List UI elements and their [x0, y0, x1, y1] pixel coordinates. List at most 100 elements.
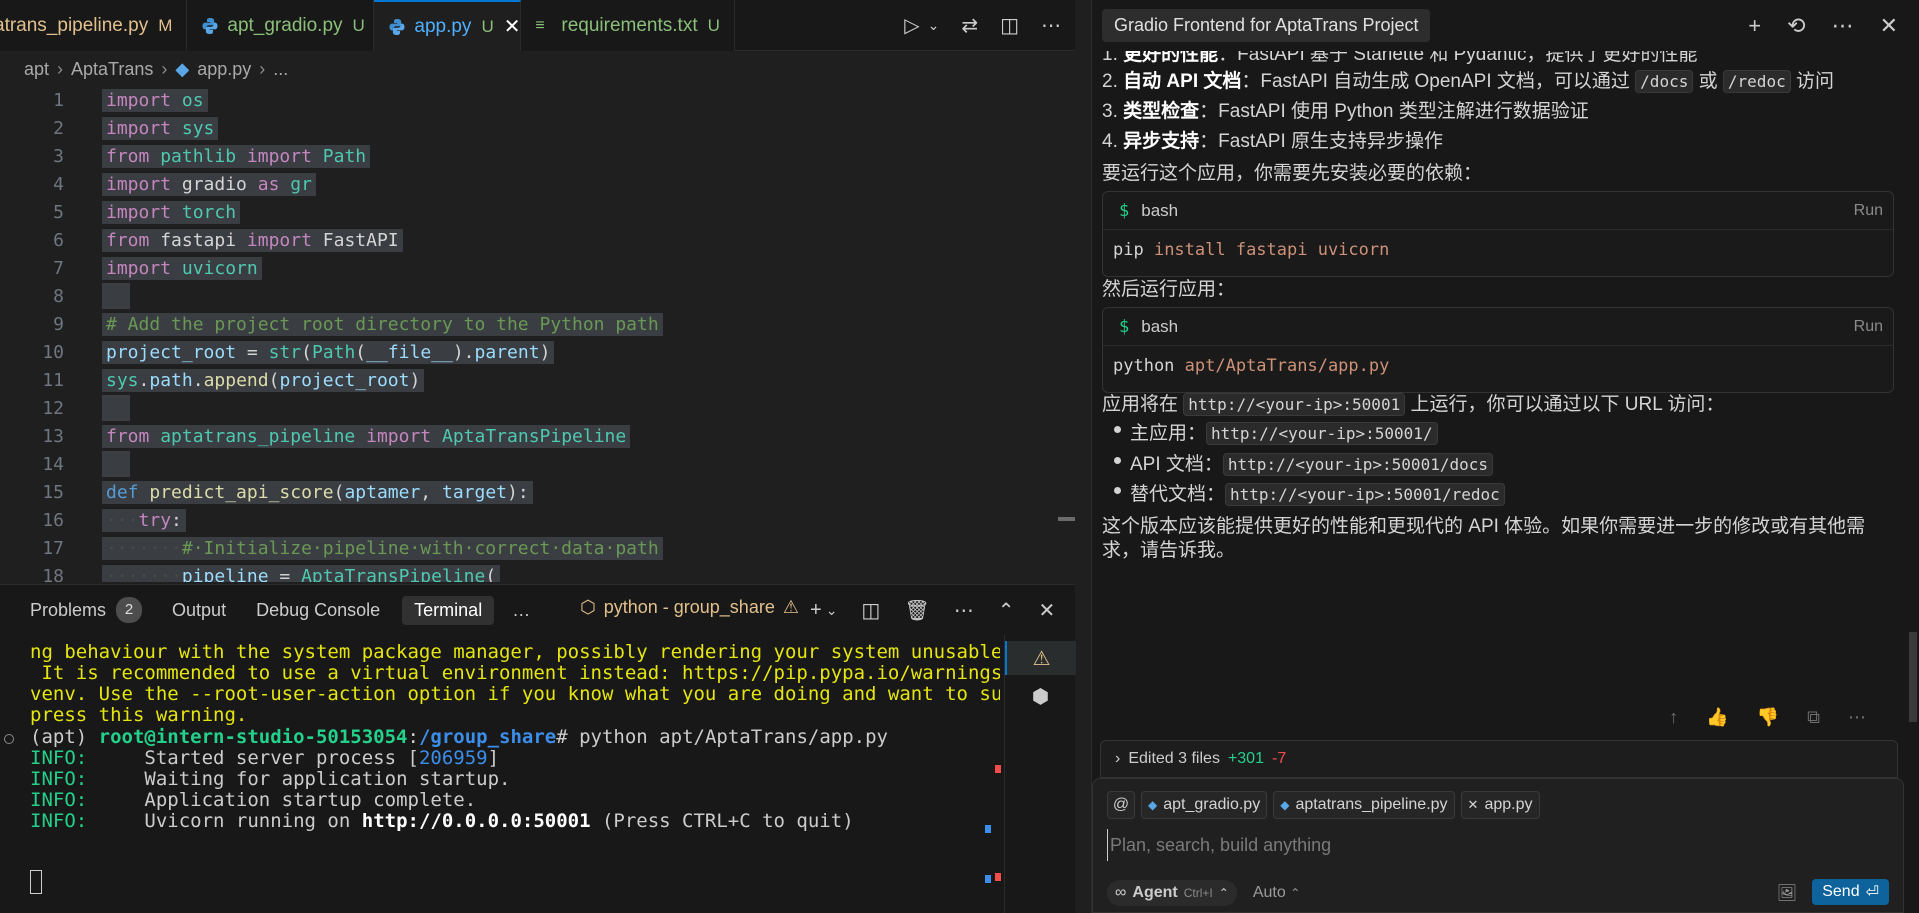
code-text: ···try:	[102, 508, 186, 532]
image-attach-icon[interactable]: 🖼	[1777, 883, 1797, 903]
close-icon[interactable]: ✕	[504, 14, 521, 39]
code-text	[102, 451, 130, 477]
thumbs-up-icon[interactable]: 👍	[1706, 707, 1728, 728]
tab-output[interactable]: Output	[172, 600, 226, 621]
bullet-icon	[1114, 426, 1121, 433]
terminal-line: INFO: Application startup complete.	[30, 789, 477, 811]
chevron-down-icon[interactable]: ⌄	[826, 602, 838, 619]
trash-icon[interactable]: 🗑	[904, 598, 929, 623]
terminal-line: ng behaviour with the system package man…	[30, 641, 1000, 663]
tab-aptatrans-pipeline[interactable]: atrans_pipeline.py M	[0, 0, 188, 51]
command-decoration-icon[interactable]	[4, 734, 14, 744]
list-item: API 文档： http://<your-ip>:50001/docs	[1130, 449, 1493, 476]
more-actions-icon[interactable]: ⋯	[954, 598, 974, 623]
list-item: 2. 自动 API 文档：FastAPI 自动生成 OpenAPI 文档，可以通…	[1102, 70, 1834, 93]
copy-icon[interactable]: ⧉	[1807, 707, 1820, 728]
more-tabs-icon[interactable]: …	[512, 600, 530, 621]
chat-paragraph: 这个版本应该能提供更好的性能和更现代的 API 体验。如果你需要进一步的修改或有…	[1102, 516, 1866, 537]
chevron-right-icon: ›	[259, 58, 266, 79]
breadcrumb-item[interactable]: ...	[273, 59, 288, 80]
chat-paragraph: 应用将在 http://<your-ip>:50001 上运行，你可以通过以下 …	[1102, 393, 1725, 416]
tab-label: app.py	[414, 15, 472, 37]
split-editor-icon[interactable]: ◫	[1000, 13, 1019, 38]
editor-scrollbar[interactable]	[1058, 517, 1075, 521]
code-block: $ bash Run pip install fastapi uvicorn	[1102, 191, 1894, 277]
code-text	[102, 395, 130, 421]
run-button[interactable]: Run	[1854, 202, 1883, 220]
code-text: import uvicorn	[102, 256, 262, 280]
edited-files-summary[interactable]: › Edited 3 files +301 -7	[1100, 740, 1898, 778]
bullet-icon	[1114, 487, 1121, 494]
chat-paragraph: 求，请告诉我。	[1102, 540, 1236, 561]
send-button[interactable]: Send ⏎	[1812, 879, 1889, 905]
context-chip[interactable]: ◆ apt_gradio.py	[1141, 791, 1268, 819]
python-file-icon: ◆	[1148, 798, 1158, 812]
code-text: sys.path.append(project_root)	[102, 368, 425, 392]
breadcrumb-item[interactable]: apt	[24, 59, 49, 80]
source-control-compare-icon[interactable]: ⇄	[961, 13, 978, 38]
chat-title[interactable]: Gradio Frontend for AptaTrans Project	[1102, 9, 1431, 42]
add-terminal-icon[interactable]: +	[810, 599, 822, 622]
code-line: 11 sys.path.append(project_root)	[0, 366, 1060, 394]
code-text: from aptatrans_pipeline import AptaTrans…	[102, 424, 631, 448]
tab-requirements[interactable]: ≡ requirements.txt U	[521, 0, 735, 51]
more-actions-icon[interactable]: ⋯	[1041, 13, 1061, 38]
new-chat-icon[interactable]: +	[1748, 13, 1761, 39]
maximize-panel-icon[interactable]: ⌃	[998, 598, 1015, 623]
thumbs-down-icon[interactable]: 👎	[1757, 707, 1779, 728]
terminal-line: INFO: Waiting for application startup.	[30, 768, 511, 790]
terminal-cursor	[30, 870, 42, 894]
tab-status: U	[481, 16, 494, 36]
breadcrumb-item[interactable]: AptaTrans	[71, 59, 153, 80]
tab-app-py[interactable]: app.py U ✕	[374, 0, 522, 51]
tab-debug-console[interactable]: Debug Console	[256, 600, 380, 621]
editor-tab-bar: atrans_pipeline.py M apt_gradio.py U app…	[0, 0, 1075, 51]
panel-actions: + ⌄ ◫ 🗑 ⋯ ⌃ ✕	[810, 585, 1055, 635]
chevron-down-icon[interactable]: ⌄	[928, 17, 940, 34]
tab-problems[interactable]: Problems 2	[30, 597, 143, 623]
chat-scrollbar[interactable]	[1909, 632, 1917, 722]
chat-input[interactable]	[1107, 829, 1887, 861]
tab-status: M	[158, 15, 173, 35]
scroll-marker	[985, 825, 991, 833]
list-item: 替代文档： http://<your-ip>:50001/redoc	[1130, 479, 1505, 506]
breadcrumb-item[interactable]: app.py	[197, 59, 251, 80]
context-chip[interactable]: ◆ aptatrans_pipeline.py	[1273, 791, 1455, 819]
terminal-output[interactable]: ng behaviour with the system package man…	[0, 635, 1000, 913]
terminal-selector[interactable]: ⬡ python - group_share ⚠	[580, 597, 799, 618]
code-editor[interactable]: 1 import os 2 import sys 3 from pathlib imp…	[0, 86, 1060, 582]
history-icon[interactable]: ⟲	[1787, 13, 1805, 39]
cube-icon[interactable]: ⬢	[1005, 679, 1076, 713]
warning-icon[interactable]: ⚠	[1005, 641, 1076, 675]
code-text: import os	[102, 88, 208, 112]
code-line: 13 from aptatrans_pipeline import AptaTra…	[0, 422, 1060, 450]
tab-apt-gradio[interactable]: apt_gradio.py U	[187, 0, 375, 51]
code-line: 15 def predict_api_score(aptamer, target)…	[0, 478, 1060, 506]
composer-toolbar: ∞ Agent Ctrl+I ⌃ Auto ⌃ 🖼 Send ⏎	[1107, 879, 1897, 907]
tab-terminal[interactable]: Terminal	[402, 595, 495, 625]
close-panel-icon[interactable]: ✕	[1038, 598, 1055, 623]
close-icon[interactable]: ✕	[1880, 13, 1898, 39]
code-line: 5 import torch	[0, 198, 1060, 226]
model-selector[interactable]: Auto ⌃	[1253, 884, 1300, 902]
tab-status: U	[707, 15, 720, 35]
editor-pane: atrans_pipeline.py M apt_gradio.py U app…	[0, 0, 1076, 913]
mention-button[interactable]: @	[1107, 791, 1135, 819]
code-text: # Add the project root directory to the …	[102, 312, 663, 336]
more-actions-icon[interactable]: ⋯	[1832, 13, 1854, 39]
context-chips: @ ◆ apt_gradio.py ◆ aptatrans_pipeline.py …	[1107, 791, 1540, 819]
context-chip[interactable]: ✕ app.py	[1460, 791, 1540, 819]
code-text: from pathlib import Path	[102, 144, 371, 168]
code-line: 14	[0, 450, 1060, 478]
more-actions-icon[interactable]: ⋯	[1848, 707, 1866, 728]
terminal-line: venv. Use the --root-user-action option …	[30, 683, 1000, 705]
problems-count-badge: 2	[116, 597, 143, 623]
chevron-up-icon: ⌃	[1218, 886, 1229, 900]
run-icon[interactable]: ▷	[904, 13, 919, 38]
code-text: project_root = str(Path(__file__).parent…	[102, 340, 555, 364]
scroll-up-icon[interactable]: ↑	[1669, 707, 1678, 728]
agent-mode-selector[interactable]: ∞ Agent Ctrl+I ⌃	[1107, 880, 1237, 906]
scroll-marker	[985, 875, 991, 883]
split-terminal-icon[interactable]: ◫	[861, 598, 880, 623]
run-button[interactable]: Run	[1854, 318, 1883, 336]
